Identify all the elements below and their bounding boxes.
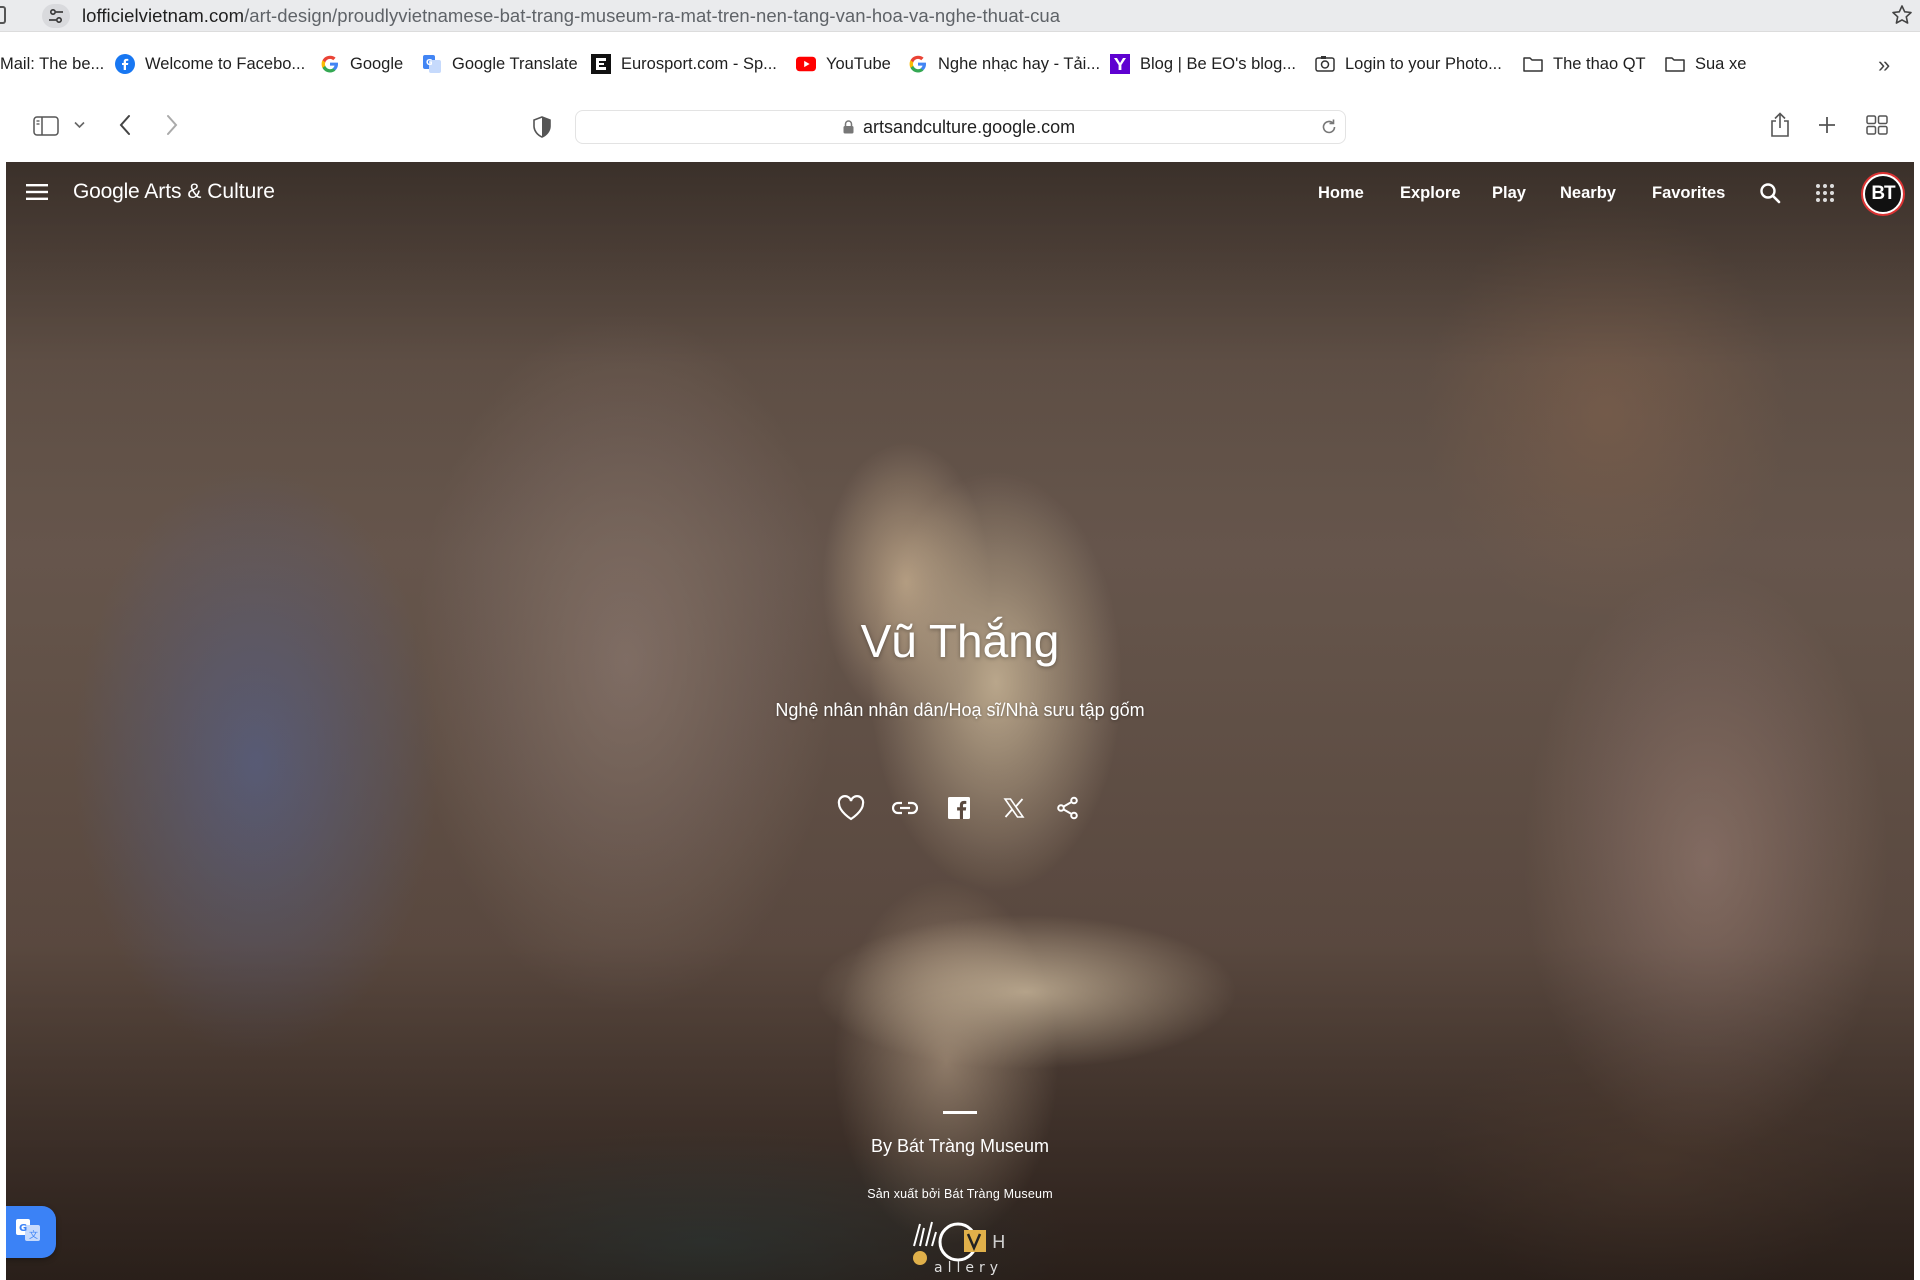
site-header: Google Arts & Culture Home Explore Play …	[6, 162, 1914, 226]
page-subtitle: Nghệ nhân nhân dân/Hoạ sĩ/Nhà sưu tập gố…	[775, 700, 1145, 720]
sidebar-toggle-icon[interactable]	[33, 116, 59, 136]
translate-icon: G文	[15, 1218, 41, 1247]
bookmark-star-icon[interactable]	[1890, 3, 1914, 32]
museum-logo[interactable]: H allery	[906, 1216, 1016, 1280]
yahoo-icon	[1110, 54, 1130, 74]
bookmark-label: Blog | Be EO's blog...	[1140, 54, 1297, 73]
bookmark-label: YouTube	[826, 54, 891, 73]
tab-edge-icon	[0, 6, 6, 24]
bookmark-label: Mail: The be...	[0, 54, 105, 73]
page-title: Vũ Thắng	[860, 615, 1060, 667]
bookmark-blog[interactable]: Blog | Be EO's blog...	[1110, 46, 1296, 82]
page-viewport: Google Arts & Culture Home Explore Play …	[6, 162, 1914, 1280]
facebook-share-icon[interactable]	[943, 792, 975, 824]
back-icon[interactable]	[118, 114, 132, 136]
folder-icon	[1665, 54, 1685, 74]
bookmark-google[interactable]: Google	[320, 46, 403, 82]
bookmark-eurosport[interactable]: Eurosport.com - Sp...	[591, 46, 777, 82]
section-divider	[943, 1111, 977, 1114]
nav-favorites[interactable]: Favorites	[1652, 184, 1725, 203]
bookmark-label: Welcome to Facebo...	[145, 54, 306, 73]
translate-button[interactable]: G文	[6, 1206, 56, 1258]
favorite-heart-icon[interactable]	[835, 792, 867, 824]
copy-link-icon[interactable]	[889, 792, 921, 824]
share-icon[interactable]	[1769, 112, 1791, 138]
google-icon	[320, 54, 340, 74]
folder-icon	[1523, 54, 1543, 74]
lock-icon	[843, 120, 854, 139]
apps-grid-icon[interactable]	[1815, 183, 1835, 208]
tab-overview-icon[interactable]	[1866, 115, 1888, 135]
svg-text:H: H	[992, 1232, 1006, 1253]
bookmark-label: The thao QT	[1553, 54, 1646, 73]
privacy-shield-icon[interactable]	[532, 116, 552, 138]
new-tab-icon[interactable]	[1817, 115, 1837, 135]
bookmark-label: Google	[350, 54, 404, 73]
reload-icon[interactable]	[1319, 117, 1339, 142]
camera-icon	[1315, 54, 1335, 74]
bookmark-google-translate[interactable]: G Google Translate	[422, 46, 578, 82]
search-icon[interactable]	[1758, 181, 1782, 210]
bookmark-mail[interactable]: Mail: The be...	[0, 46, 104, 82]
address-text: artsandculture.google.com	[863, 117, 1076, 137]
bookmark-facebook[interactable]: Welcome to Facebo...	[115, 46, 305, 82]
bookmark-folder-sua-xe[interactable]: Sua xe	[1665, 46, 1746, 82]
nav-explore[interactable]: Explore	[1400, 184, 1461, 203]
nav-play[interactable]: Play	[1492, 184, 1526, 203]
x-share-icon[interactable]	[998, 792, 1030, 824]
more-bookmarks-icon[interactable]: »	[1878, 52, 1890, 78]
nav-nearby[interactable]: Nearby	[1560, 184, 1616, 203]
chevron-down-icon[interactable]	[74, 121, 85, 129]
youtube-icon	[796, 54, 816, 74]
google-translate-icon: G	[422, 54, 442, 74]
svg-text:G: G	[19, 1223, 27, 1234]
outer-url-path: /art-design/proudlyvietnamese-bat-trang-…	[244, 5, 1061, 26]
svg-text:allery: allery	[934, 1260, 1003, 1276]
bookmark-label: Nghe nhạc hay - Tải...	[938, 54, 1101, 73]
eurosport-icon	[591, 54, 611, 74]
avatar[interactable]: BT	[1863, 174, 1903, 214]
site-logo[interactable]: Google Arts & Culture	[73, 180, 275, 204]
nav-home[interactable]: Home	[1318, 184, 1364, 203]
outer-url-host: lofficielvietnam.com	[82, 5, 245, 26]
svg-text:文: 文	[29, 1229, 38, 1241]
google-icon	[908, 54, 928, 74]
svg-text:G: G	[426, 58, 433, 67]
share-actions	[6, 792, 1914, 824]
share-icon[interactable]	[1052, 792, 1084, 824]
bookmark-photo[interactable]: Login to your Photo...	[1315, 46, 1502, 82]
logo-product-text: Arts & Culture	[144, 180, 275, 203]
address-field[interactable]: artsandculture.google.com	[575, 110, 1346, 144]
bookmark-label: Sua xe	[1695, 54, 1747, 73]
outer-url-field[interactable]: lofficielvietnam.com/art-design/proudlyv…	[82, 5, 1060, 27]
outer-address-bar: lofficielvietnam.com/art-design/proudlyv…	[0, 0, 1920, 32]
forward-icon[interactable]	[165, 114, 179, 136]
site-settings-icon[interactable]	[42, 4, 70, 28]
hamburger-menu-icon[interactable]	[26, 184, 48, 205]
bookmark-label: Login to your Photo...	[1345, 54, 1502, 73]
byline-link[interactable]: By Bát Tràng Museum	[6, 1136, 1914, 1157]
facebook-icon	[115, 54, 135, 74]
bookmark-nghe-nhac[interactable]: Nghe nhạc hay - Tải...	[908, 46, 1100, 82]
bookmarks-bar: Mail: The be... Welcome to Facebo... Goo…	[0, 46, 1920, 82]
browser-toolbar: artsandculture.google.com	[0, 90, 1920, 162]
bookmark-label: Google Translate	[452, 54, 578, 73]
bookmark-youtube[interactable]: YouTube	[796, 46, 891, 82]
bookmark-label: Eurosport.com - Sp...	[621, 54, 777, 73]
bookmark-folder-the-thao[interactable]: The thao QT	[1523, 46, 1646, 82]
logo-google-text: Google	[73, 180, 140, 203]
produced-by-text: Sản xuất bởi Bát Tràng Museum	[867, 1187, 1053, 1201]
